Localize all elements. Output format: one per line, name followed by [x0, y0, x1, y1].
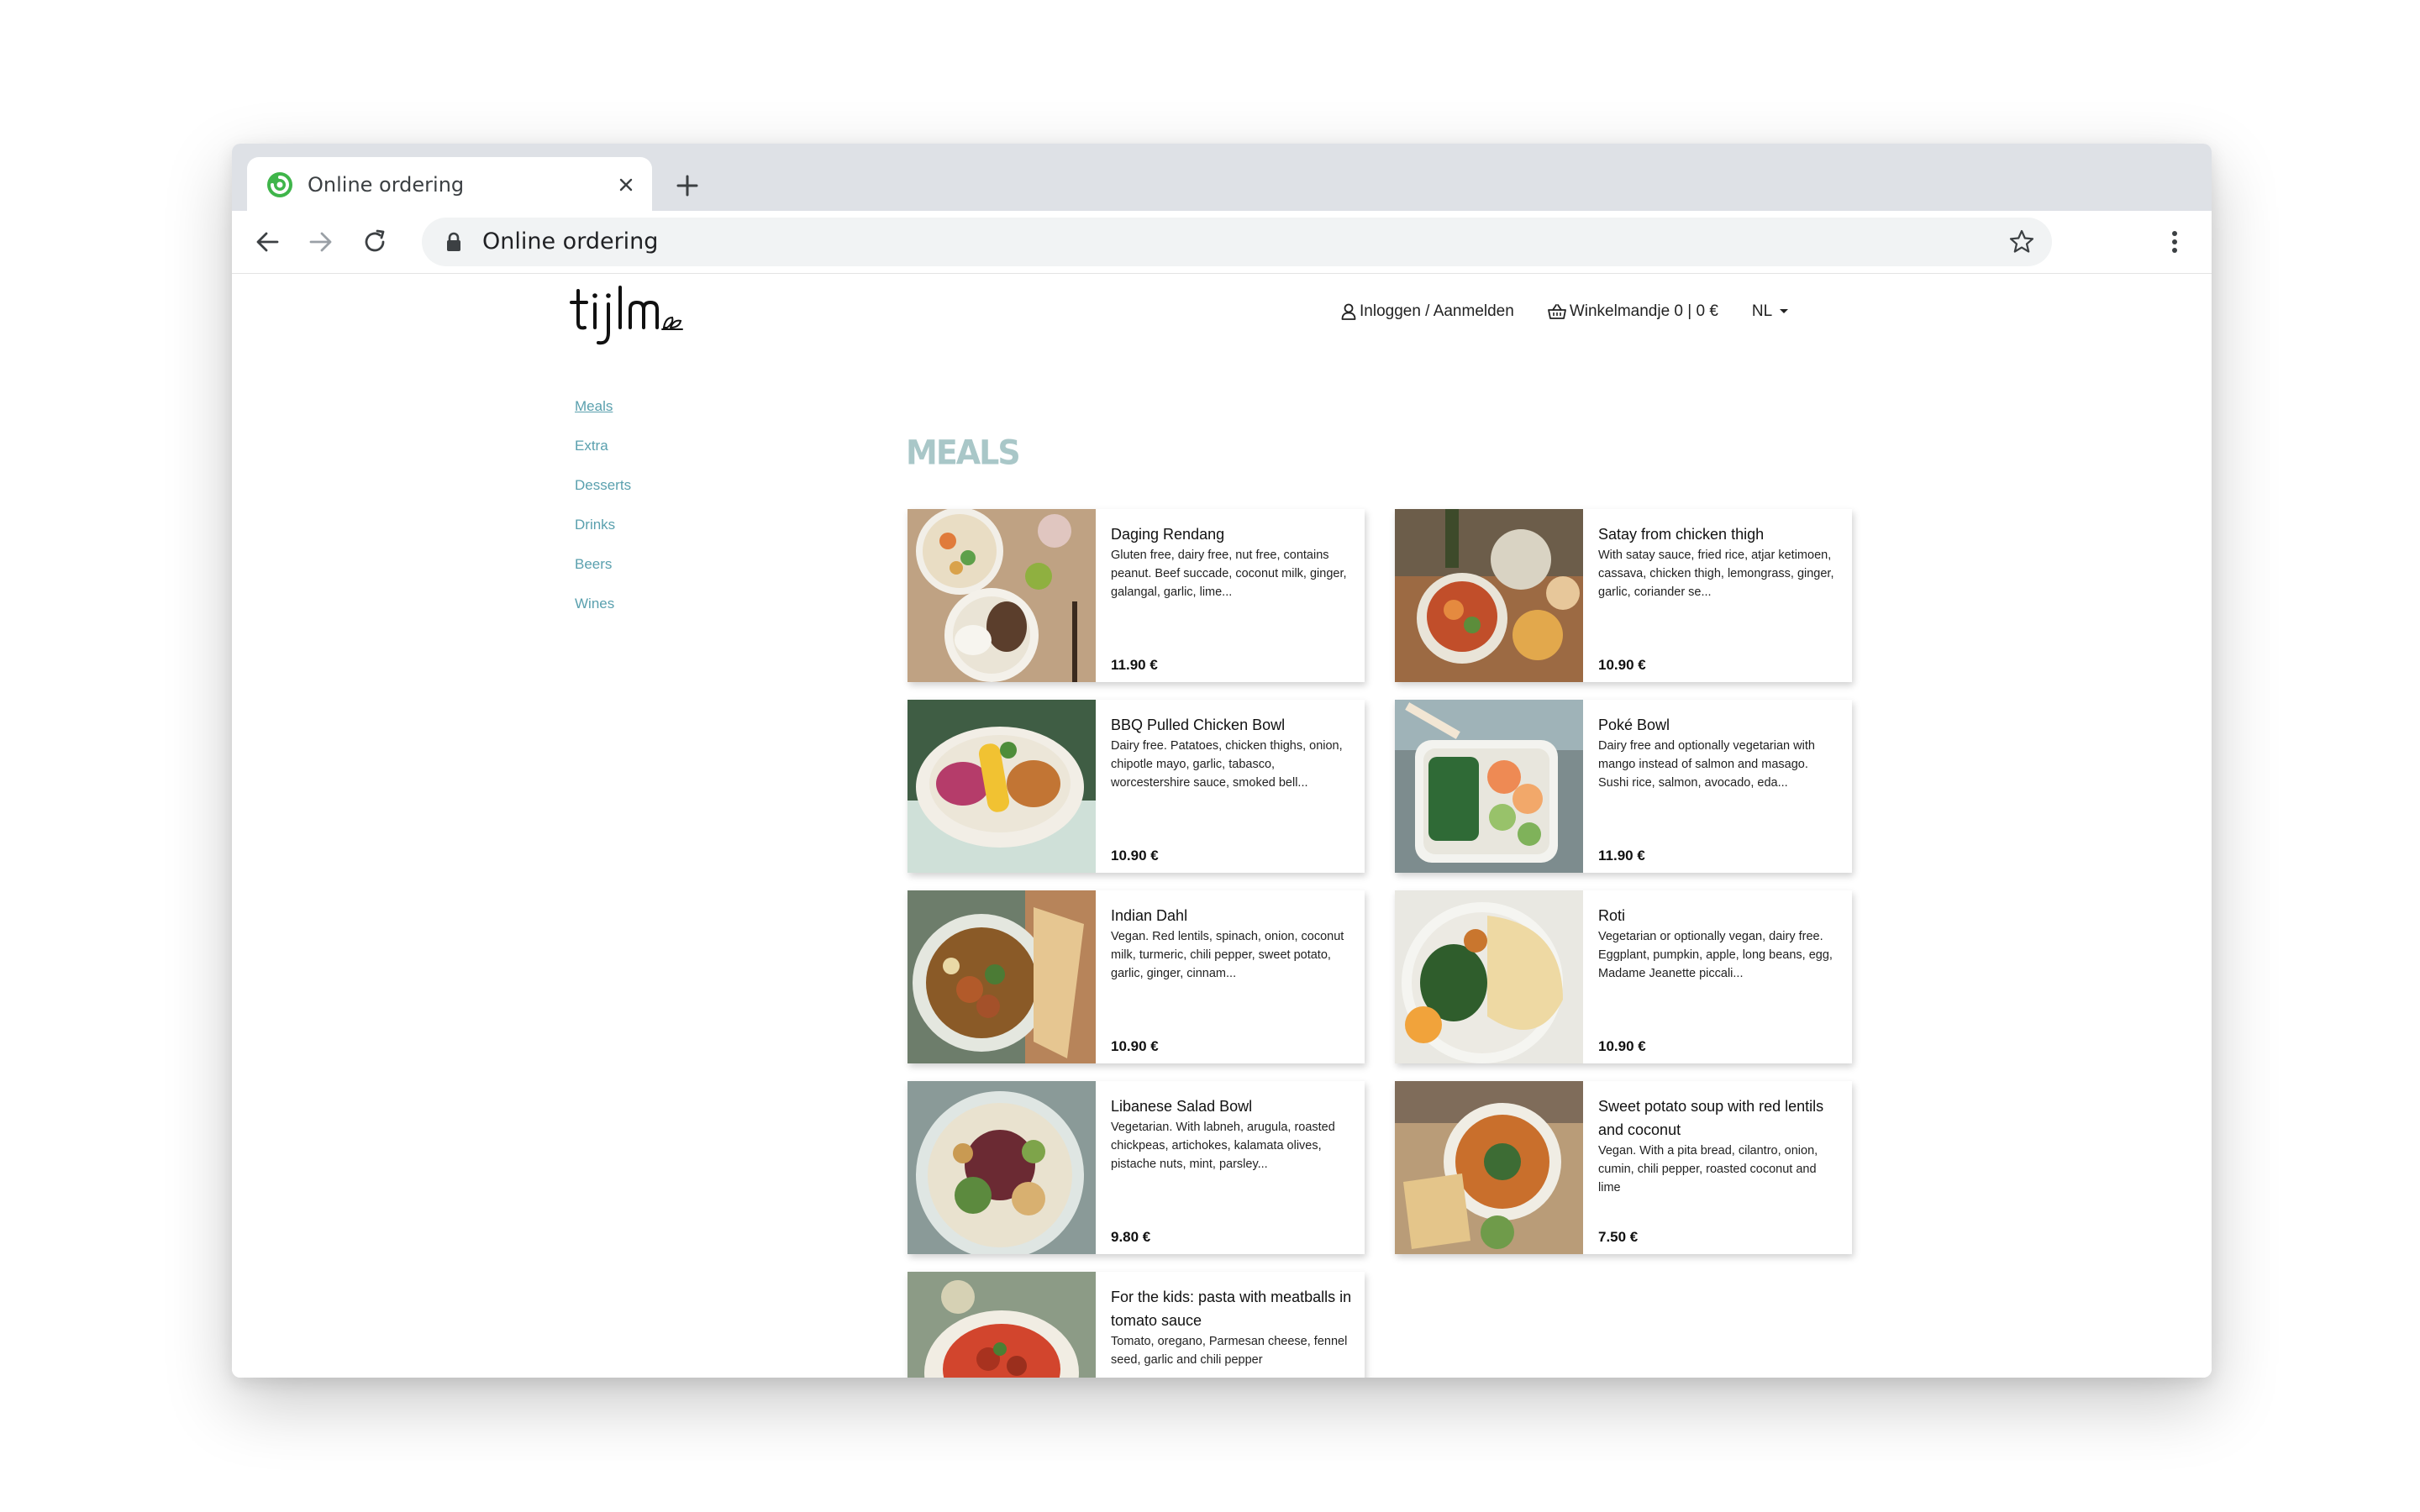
login-link[interactable]: Inloggen / Aanmelden [1341, 302, 1514, 321]
meal-info: Roti Vegetarian or optionally vegan, dai… [1598, 904, 1842, 1055]
meal-price: 9.80 € [1111, 1229, 1151, 1245]
meal-price: 11.90 € [1598, 848, 1645, 864]
meal-info: BBQ Pulled Chicken Bowl Dairy free. Pata… [1111, 713, 1355, 864]
meal-info: Satay from chicken thigh With satay sauc… [1598, 522, 1842, 674]
lock-icon [447, 232, 460, 251]
meal-description: Vegetarian or optionally vegan, dairy fr… [1598, 930, 1833, 980]
meal-card[interactable]: Roti Vegetarian or optionally vegan, dai… [1395, 890, 1852, 1063]
meal-price: 11.90 € [1111, 657, 1158, 673]
reload-icon[interactable] [358, 225, 392, 259]
meal-card[interactable]: Indian Dahl Vegan. Red lentils, spinach,… [908, 890, 1365, 1063]
address-bar[interactable]: Online ordering [422, 218, 2052, 266]
meal-name: For the kids: pasta with meatballs in to… [1111, 1289, 1352, 1329]
section-title: MEALS [906, 433, 1021, 473]
meal-price: 10.90 € [1598, 657, 1646, 673]
meal-card[interactable]: Libanese Salad Bowl Vegetarian. With lab… [908, 1081, 1365, 1254]
browser-menu-icon[interactable] [2158, 225, 2191, 259]
tijm-logo[interactable] [570, 281, 696, 349]
tab-strip: Online ordering [232, 144, 2212, 211]
meal-name: Roti [1598, 907, 1626, 924]
user-icon [1341, 303, 1356, 320]
meal-name: Satay from chicken thigh [1598, 526, 1765, 543]
meal-price: 10.90 € [1598, 1038, 1646, 1054]
top-navigation: Inloggen / Aanmelden Winkelmandje 0 | 0 … [1341, 299, 1789, 324]
category-sidebar: Meals Extra Desserts Drinks Beers Wines [575, 398, 631, 635]
sidebar-item-desserts[interactable]: Desserts [575, 477, 631, 493]
meal-photo [1395, 509, 1583, 682]
new-tab-icon[interactable] [671, 169, 704, 202]
meal-name: Daging Rendang [1111, 526, 1225, 543]
meal-description: Vegetarian. With labneh, arugula, roaste… [1111, 1121, 1335, 1171]
site-favicon-icon [267, 172, 292, 197]
language-selector[interactable]: NL [1752, 302, 1789, 321]
back-arrow-icon[interactable] [250, 225, 284, 259]
meal-card[interactable]: For the kids: pasta with meatballs in to… [908, 1272, 1365, 1378]
meal-photo [908, 1081, 1096, 1254]
meal-name: Indian Dahl [1111, 907, 1188, 924]
tab-title: Online ordering [308, 173, 465, 197]
page-viewport: Inloggen / Aanmelden Winkelmandje 0 | 0 … [232, 274, 2212, 1378]
sidebar-item-drinks[interactable]: Drinks [575, 517, 631, 533]
login-label: Inloggen / Aanmelden [1360, 302, 1514, 320]
meal-name: BBQ Pulled Chicken Bowl [1111, 717, 1286, 733]
sidebar-item-meals[interactable]: Meals [575, 398, 631, 414]
meal-photo [908, 890, 1096, 1063]
meal-description: Vegan. Red lentils, spinach, onion, coco… [1111, 930, 1344, 980]
meal-price: 7.50 € [1598, 1229, 1639, 1245]
caret-down-icon [1780, 309, 1789, 313]
sidebar-item-wines[interactable]: Wines [575, 596, 631, 612]
language-label: NL [1751, 302, 1773, 320]
basket-icon [1547, 304, 1566, 319]
meal-card[interactable]: BBQ Pulled Chicken Bowl Dairy free. Pata… [908, 700, 1365, 873]
browser-window: Online ordering Online ordering Inloggen… [232, 144, 2212, 1378]
meal-price: 10.90 € [1111, 1038, 1159, 1054]
meal-name: Sweet potato soup with red lentils and c… [1598, 1098, 1824, 1138]
meal-info: Libanese Salad Bowl Vegetarian. With lab… [1111, 1095, 1355, 1246]
meal-description: Vegan. With a pita bread, cilantro, onio… [1598, 1144, 1818, 1194]
meal-description: Tomato, oregano, Parmesan cheese, fennel… [1111, 1335, 1348, 1367]
meal-description: Gluten free, dairy free, nut free, conta… [1111, 549, 1347, 599]
forward-arrow-icon[interactable] [304, 225, 338, 259]
meal-description: Dairy free. Patatoes, chicken thighs, on… [1111, 739, 1343, 790]
browser-tab[interactable]: Online ordering [247, 157, 652, 211]
sidebar-item-beers[interactable]: Beers [575, 556, 631, 572]
meal-description: Dairy free and optionally vegetarian wit… [1598, 739, 1815, 790]
meal-description: With satay sauce, fried rice, atjar keti… [1598, 549, 1834, 599]
meal-info: Indian Dahl Vegan. Red lentils, spinach,… [1111, 904, 1355, 1055]
meal-card[interactable]: Poké Bowl Dairy free and optionally vege… [1395, 700, 1852, 873]
meal-name: Poké Bowl [1598, 717, 1670, 733]
meal-photo [908, 700, 1096, 873]
url-text[interactable]: Online ordering [482, 228, 658, 256]
meal-price: 10.90 € [1111, 848, 1159, 864]
meal-info: For the kids: pasta with meatballs in to… [1111, 1285, 1355, 1378]
cart-label: Winkelmandje 0 | 0 € [1569, 302, 1718, 320]
meal-photo [1395, 700, 1583, 873]
meal-card[interactable]: Daging Rendang Gluten free, dairy free, … [908, 509, 1365, 682]
meal-info: Daging Rendang Gluten free, dairy free, … [1111, 522, 1355, 674]
meal-info: Sweet potato soup with red lentils and c… [1598, 1095, 1842, 1246]
cart-link[interactable]: Winkelmandje 0 | 0 € [1547, 302, 1718, 321]
meal-card[interactable]: Sweet potato soup with red lentils and c… [1395, 1081, 1852, 1254]
bookmark-star-icon[interactable] [2008, 228, 2035, 255]
meal-photo [1395, 890, 1583, 1063]
meal-photo [908, 509, 1096, 682]
close-icon[interactable] [612, 171, 640, 199]
meal-info: Poké Bowl Dairy free and optionally vege… [1598, 713, 1842, 864]
meal-card[interactable]: Satay from chicken thigh With satay sauc… [1395, 509, 1852, 682]
meal-photo [908, 1272, 1096, 1378]
meal-photo [1395, 1081, 1583, 1254]
meal-name: Libanese Salad Bowl [1111, 1098, 1253, 1115]
browser-toolbar: Online ordering [232, 211, 2212, 274]
sidebar-item-extra[interactable]: Extra [575, 438, 631, 454]
